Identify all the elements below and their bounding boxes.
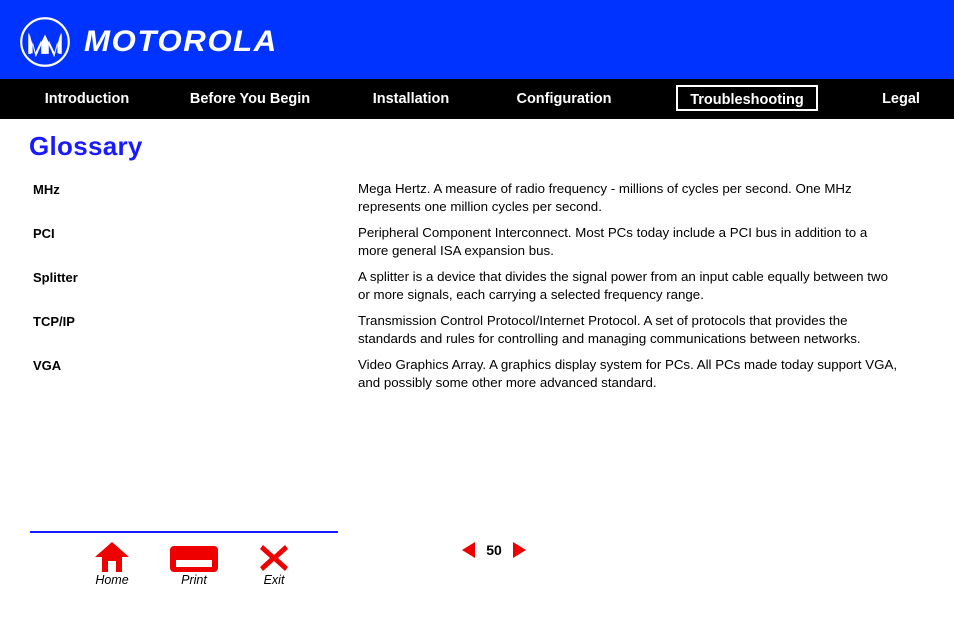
glossary-entry: TCP/IP Transmission Control Protocol/Int… — [0, 312, 954, 356]
glossary-term: MHz — [33, 182, 60, 197]
nav-item-legal[interactable]: Legal — [872, 79, 930, 119]
glossary-entry: Splitter A splitter is a device that div… — [0, 268, 954, 312]
glossary-term: VGA — [33, 358, 62, 373]
printer-icon — [170, 546, 218, 572]
print-button[interactable]: Print — [156, 540, 232, 587]
main-navigation: Introduction Before You Begin Installati… — [0, 79, 954, 119]
glossary-definition: Peripheral Component Interconnect. Most … — [358, 225, 868, 258]
home-label: Home — [95, 573, 129, 587]
glossary-term: TCP/IP — [33, 314, 75, 329]
triangle-left-icon[interactable] — [462, 542, 475, 558]
home-icon — [95, 542, 129, 572]
print-label: Print — [181, 573, 207, 587]
page-number: 50 — [486, 542, 502, 558]
nav-item-before-you-begin[interactable]: Before You Begin — [170, 79, 330, 119]
page-navigation: 50 — [462, 542, 526, 558]
glossary-definition: Transmission Control Protocol/Internet P… — [358, 313, 861, 346]
close-x-icon — [260, 545, 288, 571]
nav-item-installation[interactable]: Installation — [356, 79, 466, 119]
motorola-batwing-icon — [20, 17, 70, 67]
brand-logo: MOTOROLA — [18, 15, 276, 69]
nav-item-troubleshooting[interactable]: Troubleshooting — [676, 85, 818, 111]
close-x-icon-wrap — [236, 540, 312, 572]
glossary-term: Splitter — [33, 270, 78, 285]
glossary-definition: A splitter is a device that divides the … — [358, 269, 888, 302]
header-banner: MOTOROLA — [0, 0, 954, 79]
footer-toolbar: Home Print Exit — [30, 540, 340, 588]
glossary-definition: Video Graphics Array. A graphics display… — [358, 357, 898, 390]
nav-item-introduction[interactable]: Introduction — [27, 79, 147, 119]
glossary-entry: VGA Video Graphics Array. A graphics dis… — [0, 356, 954, 400]
printer-icon-wrap — [156, 540, 232, 572]
brand-wordmark: MOTOROLA — [84, 25, 278, 58]
nav-item-configuration[interactable]: Configuration — [500, 79, 628, 119]
glossary-definition: Mega Hertz. A measure of radio frequency… — [358, 181, 852, 214]
glossary-entry: MHz Mega Hertz. A measure of radio frequ… — [0, 180, 954, 224]
footer-divider — [30, 531, 338, 533]
page-title: Glossary — [29, 131, 143, 161]
home-icon-wrap — [74, 540, 150, 572]
triangle-right-icon[interactable] — [513, 542, 526, 558]
exit-button[interactable]: Exit — [236, 540, 312, 587]
glossary-term: PCI — [33, 226, 55, 241]
home-button[interactable]: Home — [74, 540, 150, 587]
glossary-entry: PCI Peripheral Component Interconnect. M… — [0, 224, 954, 268]
glossary-list: MHz Mega Hertz. A measure of radio frequ… — [0, 180, 954, 400]
exit-label: Exit — [263, 573, 285, 587]
